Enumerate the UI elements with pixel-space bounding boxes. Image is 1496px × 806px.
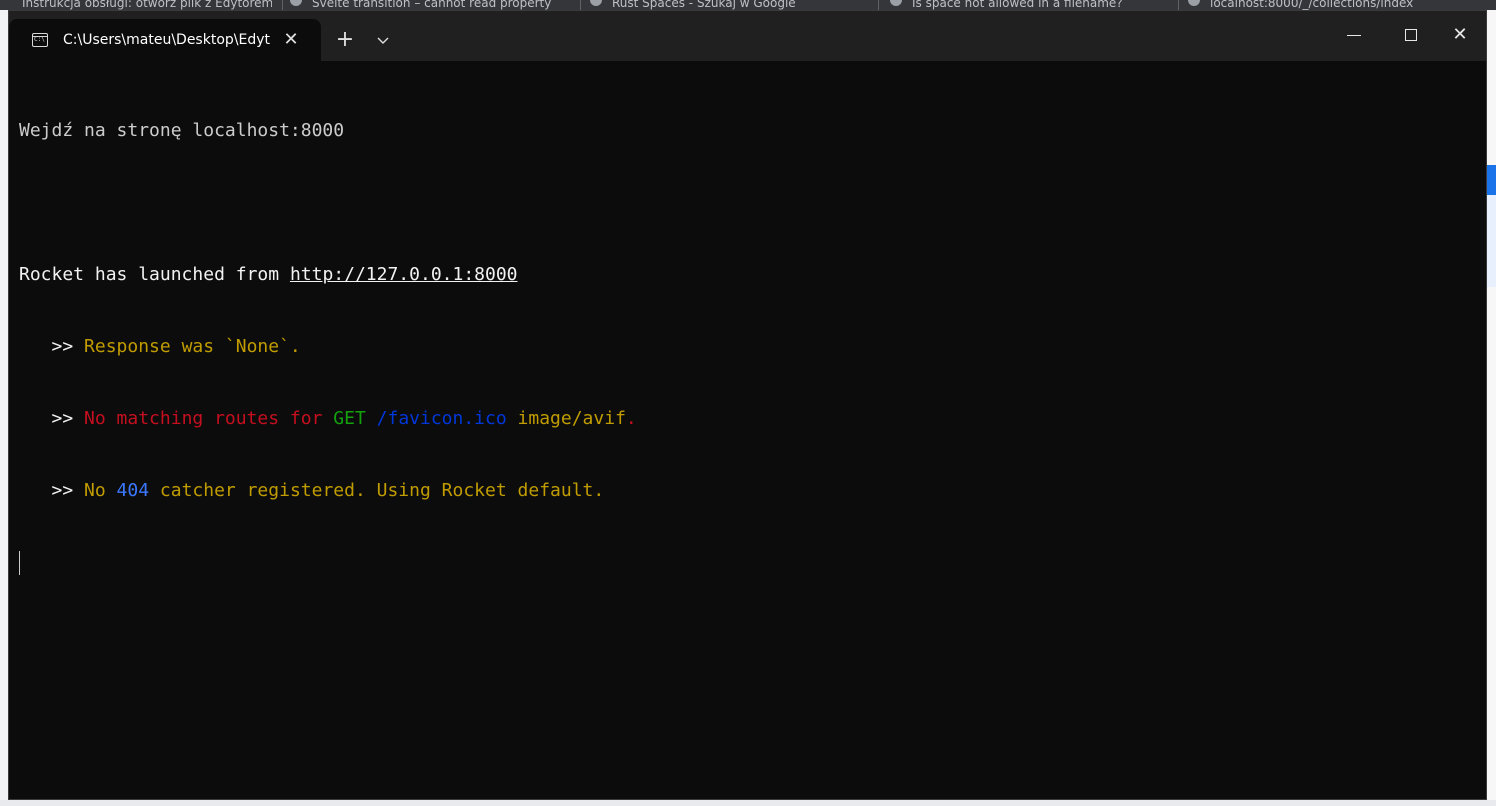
background-tab[interactable]: Rust Spaces - Szukaj w Google (590, 0, 870, 10)
terminal-output[interactable]: Wejdź na stronę localhost:8000 Rocket ha… (19, 71, 1459, 623)
log-message: Response was `None`. (84, 336, 301, 357)
log-arrow: >> (19, 480, 85, 501)
tab-separator (878, 0, 879, 10)
plus-icon: + (335, 27, 355, 52)
background-tab[interactable]: localhost:8000/_/collections/index (1188, 0, 1478, 10)
terminal-line: Rocket has launched from http://127.0.0.… (19, 263, 1459, 287)
background-tab-label: Svelte transition – cannot read property (312, 0, 552, 10)
minimize-icon (1347, 35, 1361, 36)
log-arrow: >> (19, 336, 85, 357)
command-prompt-icon-text: C:\ (34, 36, 45, 43)
output-text: Rocket has launched from (19, 264, 290, 285)
tab-title: C:\Users\mateu\Desktop\Edyt (63, 32, 270, 48)
background-tab-label: Rust Spaces - Szukaj w Google (612, 0, 796, 10)
log-message: catcher registered. Using Rocket default… (149, 480, 605, 501)
tab-separator (580, 0, 581, 10)
background-tab-label: Instrukcja obsługi: otwórz plik z Edytor… (22, 0, 272, 10)
tab-dropdown-button[interactable] (369, 27, 397, 55)
log-message: No matching routes for (84, 408, 334, 429)
site-favicon-icon (290, 0, 302, 6)
background-browser-right-edge (1487, 10, 1496, 806)
terminal-line: >> Response was `None`. (19, 335, 1459, 359)
background-pale-panel (1487, 195, 1496, 287)
background-tab[interactable]: Svelte transition – cannot read property (290, 0, 570, 10)
close-icon: ✕ (1452, 24, 1468, 45)
background-browser-tabstrip: Instrukcja obsługi: otwórz plik z Edytor… (0, 0, 1496, 10)
terminal-tab[interactable]: C:\ C:\Users\mateu\Desktop\Edyt ✕ (9, 19, 321, 61)
request-format: image/avif (517, 408, 626, 429)
site-favicon-icon (1188, 0, 1200, 6)
close-window-button[interactable]: ✕ (1431, 11, 1489, 59)
http-method: GET (333, 408, 366, 429)
close-icon: ✕ (283, 29, 299, 50)
background-browser-left-edge (0, 10, 8, 806)
terminal-line: Wejdź na stronę localhost:8000 (19, 119, 1459, 143)
text-cursor (19, 551, 20, 575)
site-favicon-icon (890, 0, 902, 6)
background-tab[interactable]: Is space not allowed in a filename? (890, 0, 1170, 10)
background-tab-label: Is space not allowed in a filename? (912, 0, 1123, 10)
background-browser-bottom-edge (0, 800, 1496, 806)
terminal-line: >> No 404 catcher registered. Using Rock… (19, 479, 1459, 503)
request-path: /favicon.ico (376, 408, 507, 429)
background-blue-banner (1487, 165, 1496, 195)
new-tab-button[interactable]: + (331, 27, 359, 55)
output-text: Wejdź na stronę localhost:8000 (19, 120, 345, 141)
background-tab-label: localhost:8000/_/collections/index (1210, 0, 1414, 10)
maximize-icon (1405, 29, 1417, 41)
terminal-window: C:\ C:\Users\mateu\Desktop\Edyt ✕ + ✕ We… (8, 10, 1487, 800)
log-message: No (84, 480, 117, 501)
terminal-line: >> No matching routes for GET /favicon.i… (19, 407, 1459, 431)
terminal-prompt-line[interactable] (19, 551, 1459, 575)
status-code: 404 (116, 480, 150, 501)
google-favicon-icon (590, 0, 602, 6)
command-prompt-icon: C:\ (32, 33, 48, 47)
background-tab[interactable]: Instrukcja obsługi: otwórz plik z Edytor… (22, 0, 272, 10)
log-arrow: >> (19, 408, 85, 429)
close-tab-button[interactable]: ✕ (279, 28, 303, 52)
launch-url-link[interactable]: http://127.0.0.1:8000 (290, 264, 518, 285)
minimize-button[interactable] (1325, 11, 1383, 59)
title-bar[interactable]: C:\ C:\Users\mateu\Desktop\Edyt ✕ + ✕ (9, 11, 1486, 61)
chevron-down-icon (377, 37, 389, 44)
period: . (625, 408, 637, 429)
tab-separator (282, 0, 283, 10)
tab-separator (1178, 0, 1179, 10)
